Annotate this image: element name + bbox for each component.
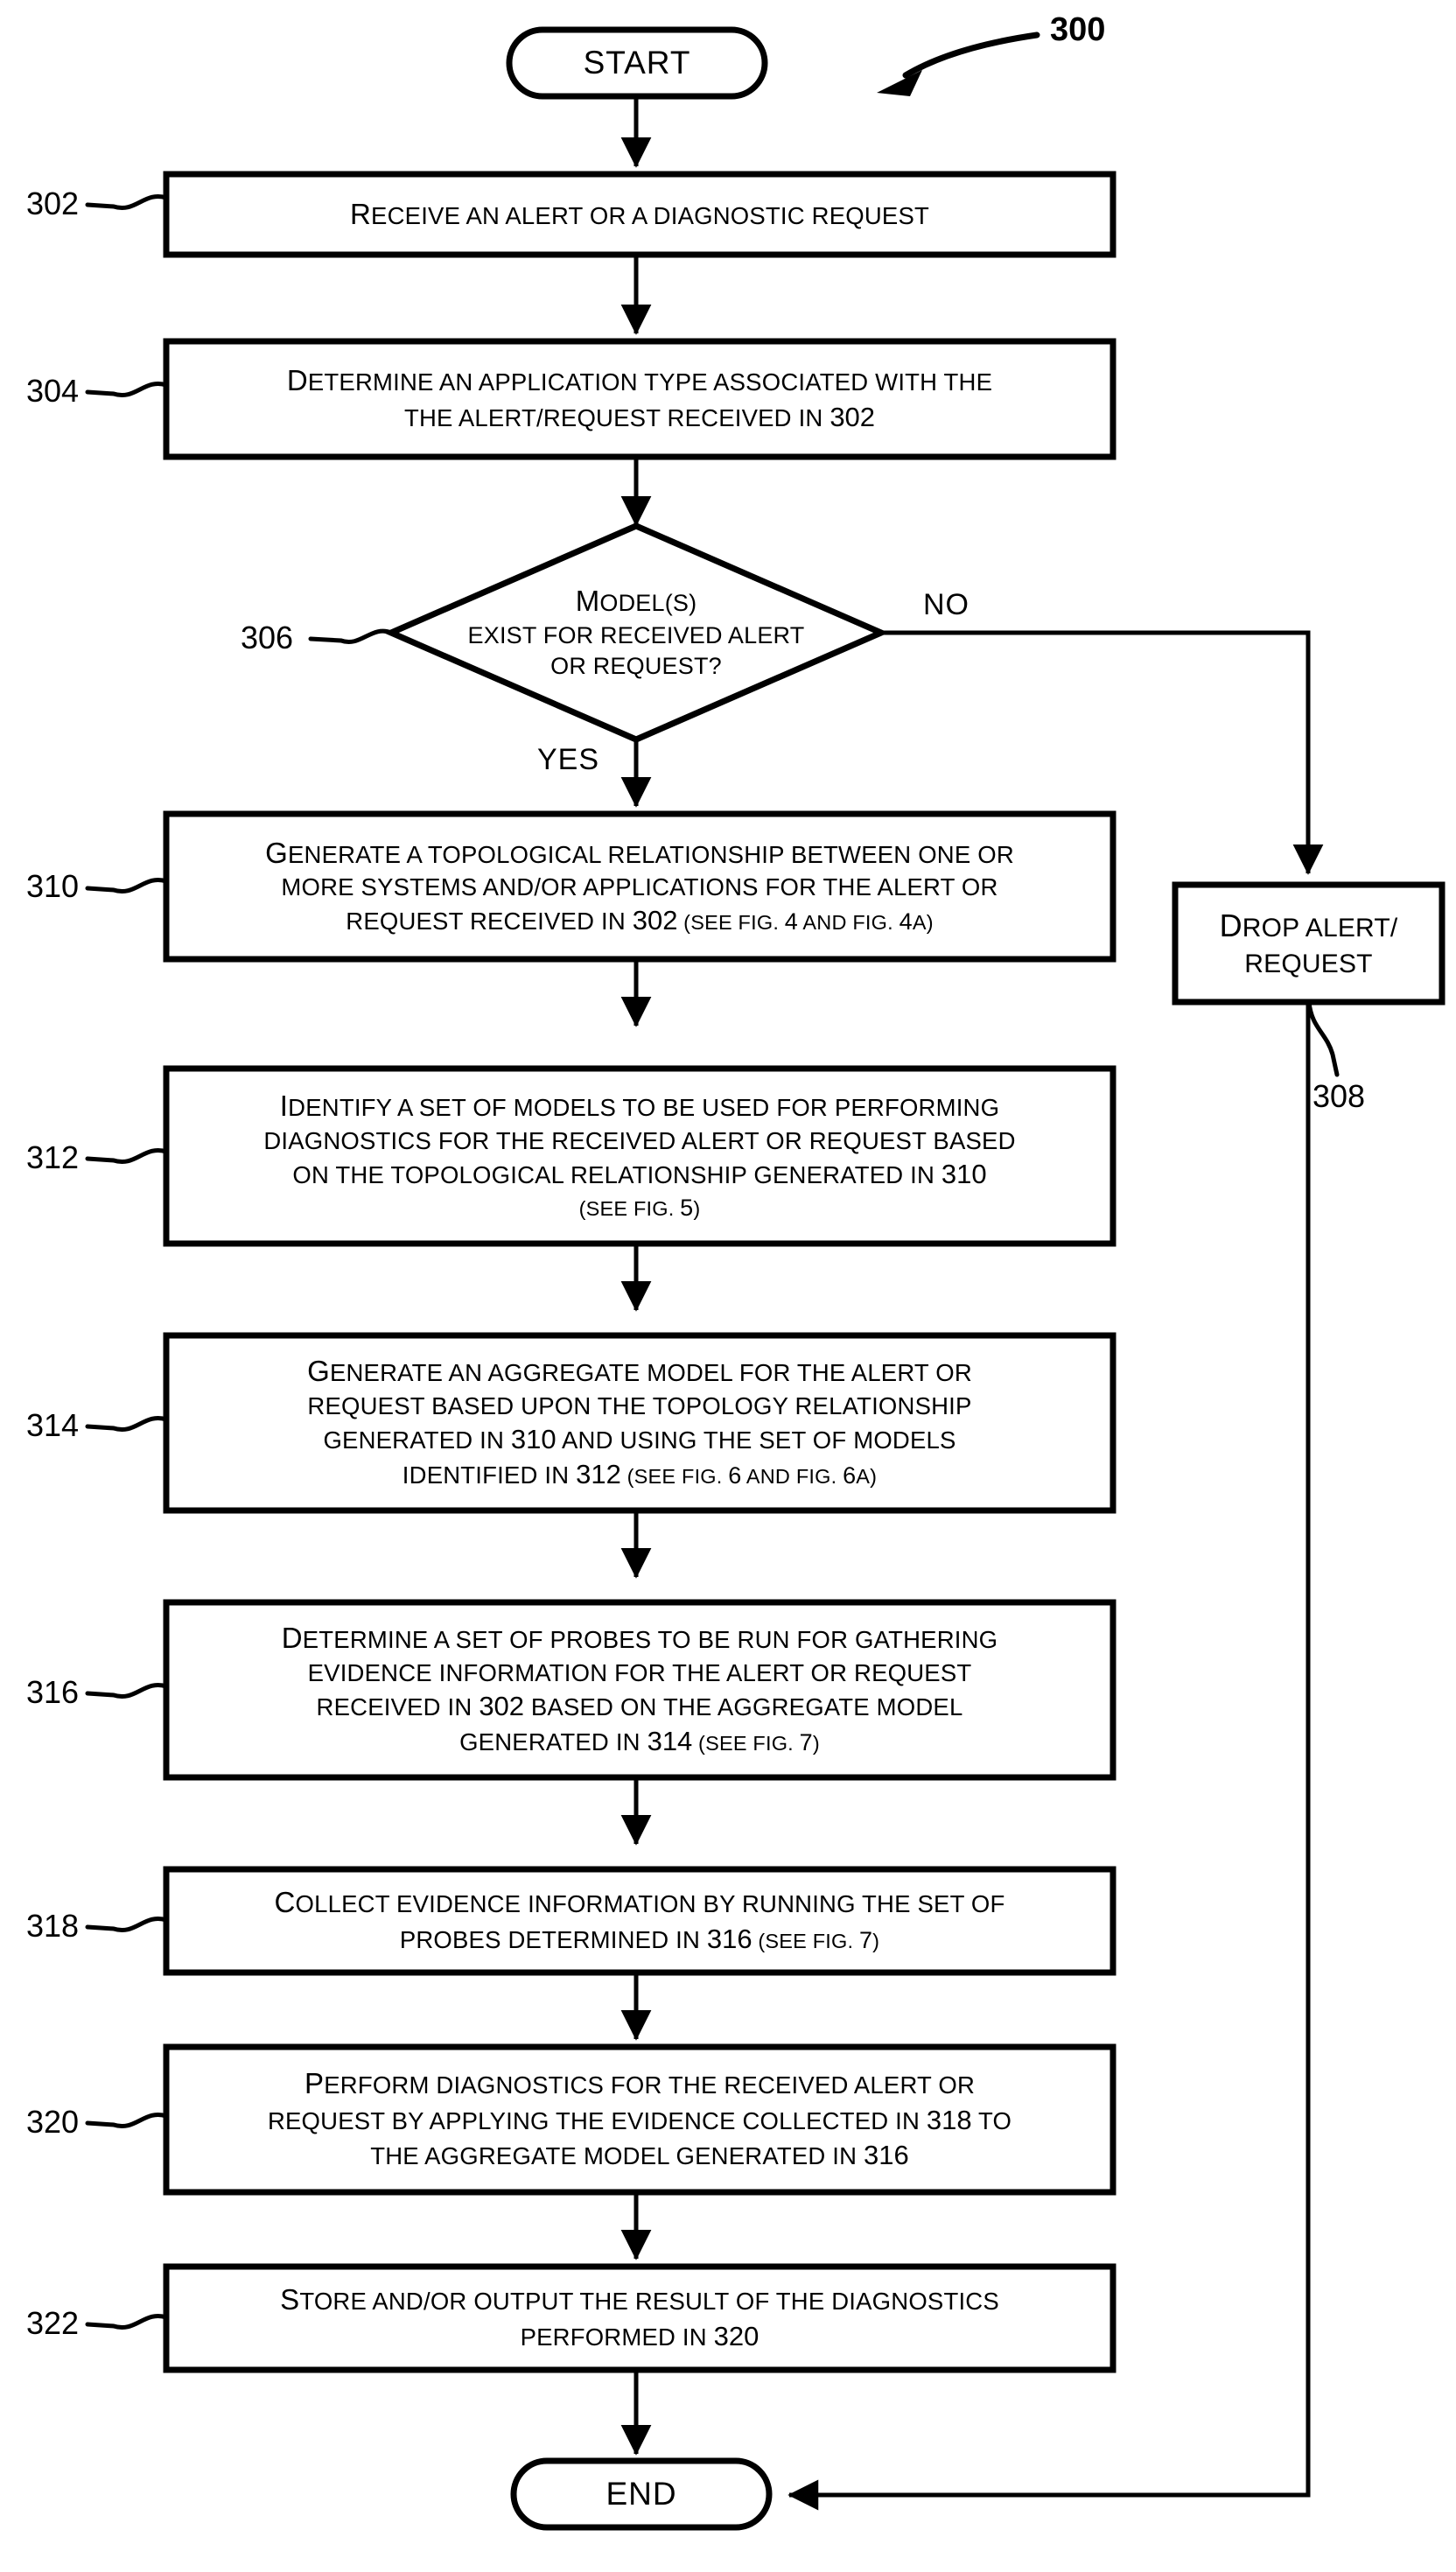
- ref-numeral-318: 318: [26, 1908, 80, 1944]
- leader-310: [85, 878, 169, 894]
- leader-320: [85, 2113, 169, 2128]
- leader-316: [85, 1683, 169, 1699]
- branch-label-yes: YES: [537, 743, 600, 776]
- end-terminator: [510, 2457, 773, 2531]
- ref-numeral-320: 320: [26, 2104, 80, 2140]
- process-box-302: [163, 171, 1116, 258]
- leader-314: [85, 1416, 169, 1432]
- ref-numeral-308: 308: [1312, 1078, 1366, 1114]
- process-box-320: [163, 2043, 1116, 2196]
- process-box-312: [163, 1065, 1116, 1247]
- ref-numeral-310: 310: [26, 868, 80, 904]
- process-box-314: [163, 1332, 1116, 1514]
- leader-304: [85, 382, 169, 397]
- process-box-308: [1172, 881, 1446, 1006]
- flowchart-svg: [85, 26, 1446, 2531]
- branch-label-no: NO: [923, 588, 970, 621]
- process-box-310: [163, 810, 1116, 963]
- leader-308: [1306, 999, 1340, 1077]
- ref-numeral-306: 306: [241, 620, 294, 655]
- leader-312: [85, 1148, 169, 1164]
- process-box-304: [163, 338, 1116, 460]
- ref-numeral-314: 314: [26, 1407, 80, 1443]
- ref-numeral-322: 322: [26, 2305, 80, 2341]
- figure-canvas: 300 START END YES NO 302 304 306 308 310…: [0, 0, 1456, 2572]
- ref-numeral-302: 302: [26, 186, 80, 221]
- decision-diamond-306: [383, 522, 889, 743]
- start-terminator: [506, 26, 768, 100]
- leader-318: [85, 1917, 169, 1932]
- figure-ref-arrow: [877, 32, 1040, 96]
- leader-322: [85, 2314, 169, 2330]
- ref-numeral-312: 312: [26, 1139, 80, 1175]
- process-box-316: [163, 1599, 1116, 1781]
- process-box-318: [163, 1866, 1116, 1976]
- ref-numeral-304: 304: [26, 373, 80, 409]
- ref-numeral-316: 316: [26, 1674, 80, 1710]
- process-box-322: [163, 2263, 1116, 2373]
- leader-302: [85, 194, 169, 210]
- leader-306: [308, 628, 394, 644]
- figure-reference-numeral: 300: [1050, 11, 1106, 48]
